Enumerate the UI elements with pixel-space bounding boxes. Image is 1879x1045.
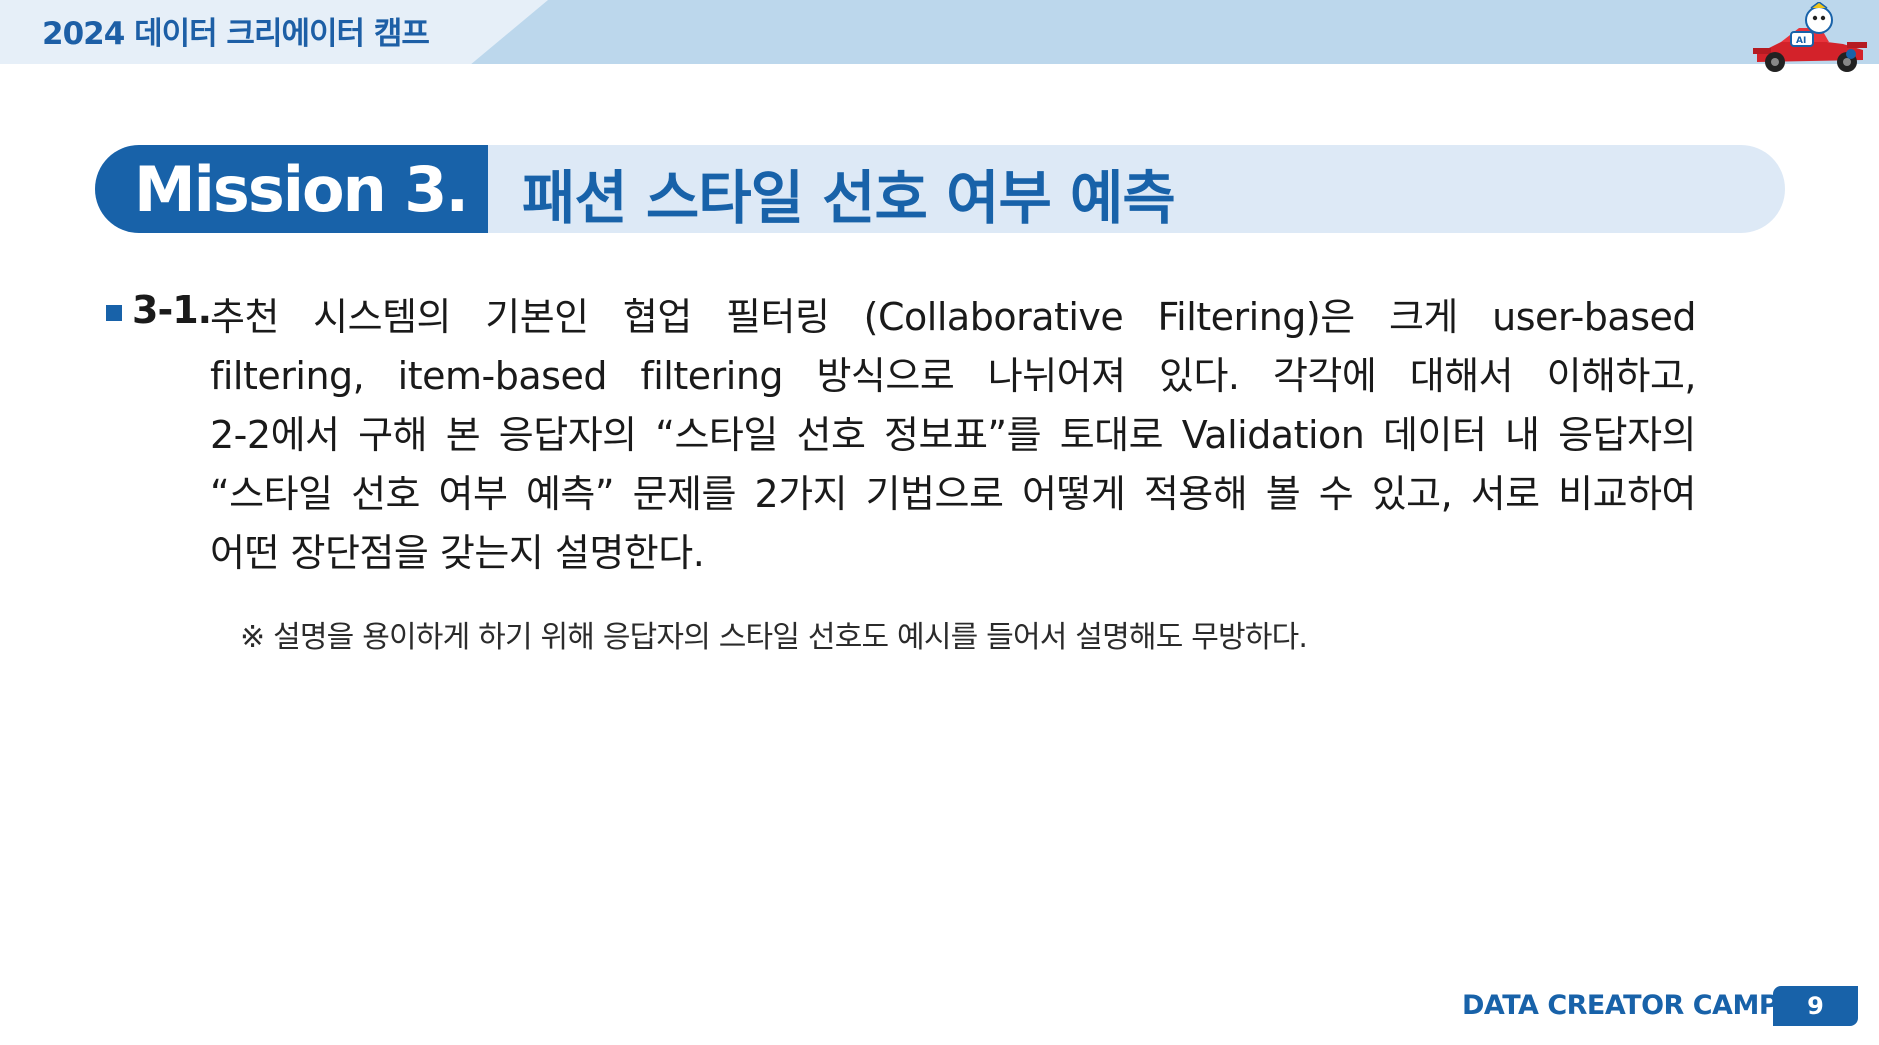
question-note: ※ 설명을 용이하게 하기 위해 응답자의 스타일 선호도 예시를 들어서 설명… — [240, 620, 1308, 655]
square-bullet-icon — [106, 305, 122, 321]
mission-title: 패션 스타일 선호 여부 예측 — [522, 164, 1176, 232]
question-text: 추천 시스템의 기본인 협업 필터링 (Collaborative Filter… — [210, 288, 1697, 583]
footer-label: DATA CREATOR CAMP — [1462, 990, 1779, 1021]
slide: 2024 데이터 크리에이터 캠프 AI Mission 3. 패션 스타일 선… — [0, 0, 1879, 1045]
question-number: 3-1. — [132, 288, 212, 332]
page-number: 9 — [1807, 992, 1824, 1020]
race-car-mascot-icon: AI — [1753, 2, 1867, 72]
question-line: filtering, item-based filtering 방식으로 나뉘어… — [210, 354, 1697, 398]
event-title: 2024 데이터 크리에이터 캠프 — [42, 16, 430, 52]
question-line: 어떤 장단점을 갖는지 설명한다. — [210, 531, 705, 575]
page-number-badge: 9 — [1773, 986, 1858, 1026]
mission-tag-label: Mission 3. — [133, 152, 469, 226]
svg-text:AI: AI — [1796, 36, 1806, 46]
question-line: 2-2에서 구해 본 응답자의 “스타일 선호 정보표”를 토대로 Valida… — [210, 413, 1697, 457]
question-line: “스타일 선호 여부 예측” 문제를 2가지 기법으로 어떻게 적용해 볼 수 … — [210, 472, 1697, 516]
question-line: 추천 시스템의 기본인 협업 필터링 (Collaborative Filter… — [210, 295, 1697, 339]
mission-tag: Mission 3. — [95, 145, 488, 233]
